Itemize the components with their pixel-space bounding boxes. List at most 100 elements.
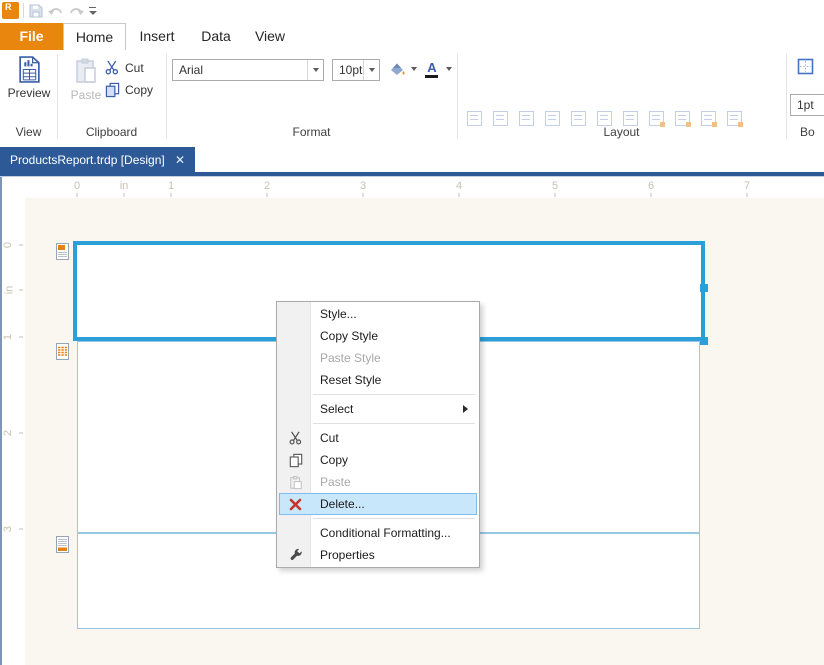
vruler-label-0: 0 (2, 242, 14, 248)
background-color-button[interactable] (388, 60, 406, 78)
font-size-combobox[interactable]: 10pt (332, 59, 380, 81)
menu-item-properties[interactable]: Properties (279, 544, 477, 566)
font-color-button[interactable]: A (424, 59, 440, 79)
page-header-section-icon[interactable] (56, 243, 69, 260)
hruler-label-in: in (120, 180, 129, 192)
align-bottoms-icon (623, 111, 638, 126)
hruler-tick (267, 193, 268, 197)
hruler-tick (459, 193, 460, 197)
menu-item-label: Paste (311, 475, 351, 489)
file-tab[interactable]: File (0, 23, 63, 50)
font-size-dropdown-icon[interactable] (363, 60, 379, 80)
menu-item-label: Delete... (311, 497, 365, 511)
hruler-label-4: 4 (456, 180, 462, 192)
menu-item-paste-style: Paste Style (279, 347, 477, 369)
borders-icon (797, 58, 814, 75)
cut-button[interactable]: Cut (105, 60, 144, 75)
vruler-label-in: in (3, 286, 15, 295)
resize-handle-bottom-right[interactable] (700, 337, 708, 345)
close-tab-icon[interactable]: ✕ (175, 153, 185, 167)
align-to-grid-icon (467, 111, 482, 126)
format-group-label: Format (166, 125, 457, 139)
menu-item-select[interactable]: Select (279, 398, 477, 420)
hruler-label-7: 7 (744, 180, 750, 192)
report-designer-window: R File Home Insert Data V (0, 0, 824, 665)
view-group-label: View (0, 125, 57, 139)
hruler-tick (77, 193, 78, 197)
qat-customize-dropdown[interactable] (88, 7, 98, 16)
menu-item-label: Properties (311, 548, 375, 562)
layout-group-label: Layout (457, 125, 786, 139)
horizontal-ruler: 0in1234567 (25, 177, 824, 198)
menu-item-delete[interactable]: Delete... (279, 493, 477, 515)
borders-button[interactable] (797, 58, 814, 75)
hruler-label-6: 6 (648, 180, 654, 192)
font-color-dropdown-icon[interactable] (443, 59, 455, 79)
hruler-label-5: 5 (552, 180, 558, 192)
copy-button[interactable]: Copy (105, 82, 153, 98)
tab-data[interactable]: Data (188, 23, 244, 50)
vruler-tick (19, 245, 23, 246)
hruler-label-0: 0 (74, 180, 80, 192)
hruler-tick (747, 193, 748, 197)
delete-icon (280, 498, 311, 511)
align-tops-icon (571, 111, 586, 126)
redo-icon (68, 5, 84, 17)
tab-view[interactable]: View (244, 23, 296, 50)
borders-group-label: Bo (800, 125, 824, 139)
menu-item-style[interactable]: Style... (279, 303, 477, 325)
menu-item-label: Paste Style (311, 351, 381, 365)
menu-item-cut[interactable]: Cut (279, 427, 477, 449)
vruler-tick (19, 529, 23, 530)
menu-item-label: Conditional Formatting... (311, 526, 451, 540)
font-family-combobox[interactable]: Arial (172, 59, 324, 81)
detail-section-icon[interactable] (56, 343, 69, 360)
paste-icon (75, 58, 97, 85)
preview-icon (17, 56, 42, 83)
tab-insert[interactable]: Insert (126, 23, 188, 50)
hruler-label-1: 1 (168, 180, 174, 192)
hruler-tick (171, 193, 172, 197)
background-color-dropdown-icon[interactable] (408, 59, 420, 79)
align-rights-icon (545, 111, 560, 126)
vruler-tick (19, 290, 23, 291)
scissors-icon (280, 431, 311, 445)
redo-button[interactable] (68, 4, 84, 18)
app-logo-icon[interactable]: R (2, 2, 19, 19)
hruler-label-2: 2 (264, 180, 270, 192)
preview-button[interactable]: Preview (4, 56, 54, 100)
save-icon (29, 4, 43, 18)
menu-item-copy-style[interactable]: Copy Style (279, 325, 477, 347)
page-footer-section-icon[interactable] (56, 536, 69, 553)
cut-icon (105, 60, 120, 75)
ribbon: Preview View Paste Cut Copy (0, 50, 824, 143)
wrench-icon (280, 548, 311, 562)
menu-item-label: Style... (311, 307, 357, 321)
menu-item-conditional-formatting[interactable]: Conditional Formatting... (279, 522, 477, 544)
quick-access-toolbar: R (0, 0, 824, 22)
menu-item-label: Select (311, 402, 353, 416)
menu-item-reset-style[interactable]: Reset Style (279, 369, 477, 391)
document-tab[interactable]: ProductsReport.trdp [Design] ✕ (0, 147, 195, 172)
vertical-ruler: 0in123 (2, 177, 25, 665)
menu-item-label: Cut (311, 431, 339, 445)
vruler-label-1: 1 (2, 334, 14, 340)
menu-separator (279, 420, 477, 427)
border-width-combobox[interactable]: 1pt (790, 94, 824, 116)
preview-label: Preview (8, 86, 51, 100)
menu-item-copy[interactable]: Copy (279, 449, 477, 471)
font-family-dropdown-icon[interactable] (307, 60, 323, 80)
hruler-tick (363, 193, 364, 197)
menu-item-paste: Paste (279, 471, 477, 493)
undo-button[interactable] (48, 4, 64, 18)
same-size-icon (701, 111, 716, 126)
vruler-tick (19, 337, 23, 338)
tab-home[interactable]: Home (63, 23, 126, 50)
border-width-value: 1pt (791, 98, 824, 112)
paste-label: Paste (71, 88, 102, 102)
vruler-label-3: 3 (2, 526, 14, 532)
menu-separator (279, 515, 477, 522)
save-button[interactable] (28, 4, 44, 18)
resize-handle-right[interactable] (700, 284, 708, 292)
menu-item-label: Copy (311, 453, 348, 467)
